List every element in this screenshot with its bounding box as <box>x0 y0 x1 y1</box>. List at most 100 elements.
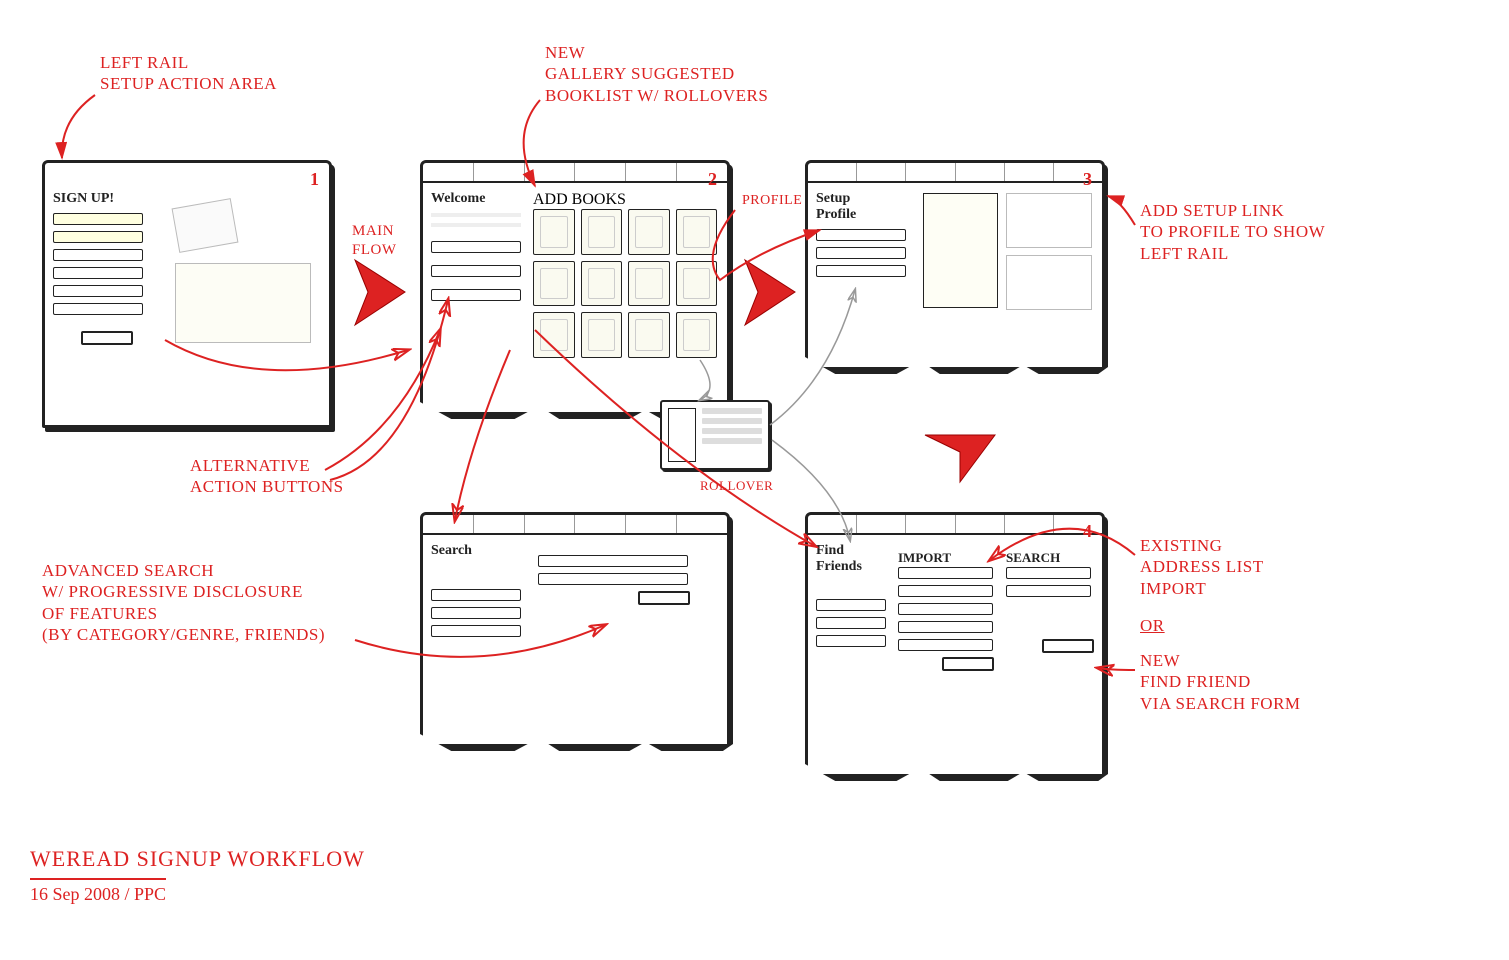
form-field[interactable] <box>53 267 143 279</box>
content-box <box>1006 193 1092 248</box>
tab[interactable] <box>808 515 857 533</box>
rollover-popup <box>660 400 770 470</box>
tab[interactable] <box>474 515 525 533</box>
tab[interactable] <box>677 515 727 533</box>
book-thumbnail[interactable] <box>628 312 670 358</box>
search-col-button[interactable] <box>1042 639 1094 653</box>
action-button[interactable] <box>431 289 521 301</box>
annotation-main-flow: MAIN FLOW <box>352 222 397 260</box>
profile-card <box>923 193 998 308</box>
import-field[interactable] <box>898 621 993 633</box>
action-button[interactable] <box>431 265 521 277</box>
workflow-title: WEREAD SIGNUP WORKFLOW <box>30 846 365 872</box>
tab[interactable] <box>1054 163 1102 181</box>
left-rail: SIGN UP! <box>53 191 143 345</box>
search-field[interactable] <box>1006 585 1091 597</box>
panel-setup-profile: 3 Setup Profile <box>805 160 1105 370</box>
form-field[interactable] <box>53 285 143 297</box>
tab[interactable] <box>857 515 906 533</box>
rollover-thumb <box>668 408 696 462</box>
panel-number: 2 <box>708 169 717 190</box>
tab[interactable] <box>956 515 1005 533</box>
action-button[interactable] <box>431 625 521 637</box>
import-field[interactable] <box>898 567 993 579</box>
panel-signup: 1 SIGN UP! <box>42 160 332 428</box>
action-button[interactable] <box>816 617 886 629</box>
import-column: IMPORT <box>898 549 994 671</box>
book-thumbnail[interactable] <box>581 312 623 358</box>
tab[interactable] <box>525 515 576 533</box>
action-button[interactable] <box>431 241 521 253</box>
tab[interactable] <box>857 163 906 181</box>
welcome-heading: Welcome <box>431 191 521 207</box>
search-form <box>538 555 715 605</box>
import-field[interactable] <box>898 585 993 597</box>
form-field[interactable] <box>53 249 143 261</box>
tab[interactable] <box>474 163 525 181</box>
form-field[interactable] <box>53 303 143 315</box>
action-button[interactable] <box>816 247 906 259</box>
annotation-add-setup: ADD SETUP LINK TO PROFILE TO SHOW LEFT R… <box>1140 200 1325 264</box>
annotation-new-gallery: NEW GALLERY SUGGESTED BOOKLIST W/ ROLLOV… <box>545 42 768 106</box>
book-thumbnail[interactable] <box>676 209 718 255</box>
book-thumbnail[interactable] <box>676 312 718 358</box>
submit-button[interactable] <box>81 331 133 345</box>
import-field[interactable] <box>898 603 993 615</box>
content-area: ADD BOOKS <box>533 191 717 402</box>
book-thumbnail[interactable] <box>533 209 575 255</box>
left-rail: Welcome <box>431 191 521 307</box>
annotation-rollover: ROLLOVER <box>700 478 773 494</box>
tab-bar <box>423 163 727 183</box>
tab[interactable] <box>1005 163 1054 181</box>
action-button[interactable] <box>816 229 906 241</box>
search-button[interactable] <box>638 591 690 605</box>
tab[interactable] <box>525 163 576 181</box>
addbooks-heading: ADD BOOKS <box>533 191 717 209</box>
book-thumbnail[interactable] <box>581 209 623 255</box>
action-button[interactable] <box>816 635 886 647</box>
import-heading: IMPORT <box>898 550 951 565</box>
tab[interactable] <box>906 163 955 181</box>
search-col-heading: SEARCH <box>1006 550 1060 565</box>
action-button[interactable] <box>816 599 886 611</box>
panel-add-books: 2 Welcome ADD BOOKS <box>420 160 730 415</box>
tab[interactable] <box>808 163 857 181</box>
tab[interactable] <box>626 515 677 533</box>
book-thumbnail[interactable] <box>628 261 670 307</box>
book-thumbnail[interactable] <box>628 209 670 255</box>
book-thumbnail[interactable] <box>676 261 718 307</box>
tab[interactable] <box>1005 515 1054 533</box>
tab[interactable] <box>575 515 626 533</box>
action-button[interactable] <box>816 265 906 277</box>
profile-heading: Setup Profile <box>816 191 906 223</box>
import-field[interactable] <box>898 639 993 651</box>
book-thumbnail[interactable] <box>581 261 623 307</box>
book-thumbnail[interactable] <box>533 261 575 307</box>
annotation-existing-import: EXISTING ADDRESS LIST IMPORT <box>1140 535 1264 599</box>
annotation-new-find: NEW FIND FRIEND VIA SEARCH FORM <box>1140 650 1301 714</box>
main-flow-arrow-2 <box>740 255 800 335</box>
tab[interactable] <box>677 163 727 181</box>
import-button[interactable] <box>942 657 994 671</box>
form-field[interactable] <box>53 213 143 225</box>
tab[interactable] <box>626 163 677 181</box>
action-button[interactable] <box>431 607 521 619</box>
action-button[interactable] <box>431 589 521 601</box>
tab[interactable] <box>956 163 1005 181</box>
search-input[interactable] <box>538 573 688 585</box>
search-field[interactable] <box>1006 567 1091 579</box>
search-input[interactable] <box>538 555 688 567</box>
panel-search: Search <box>420 512 730 747</box>
panel-number: 4 <box>1083 521 1092 542</box>
tab[interactable] <box>906 515 955 533</box>
tab-bar <box>808 515 1102 535</box>
tab[interactable] <box>423 163 474 181</box>
left-rail: Setup Profile <box>816 191 906 283</box>
tab[interactable] <box>575 163 626 181</box>
form-field[interactable] <box>53 231 143 243</box>
tab[interactable] <box>423 515 474 533</box>
tab-bar <box>423 515 727 535</box>
book-thumbnail[interactable] <box>533 312 575 358</box>
annotation-or: OR <box>1140 615 1165 636</box>
tab[interactable] <box>1054 515 1102 533</box>
